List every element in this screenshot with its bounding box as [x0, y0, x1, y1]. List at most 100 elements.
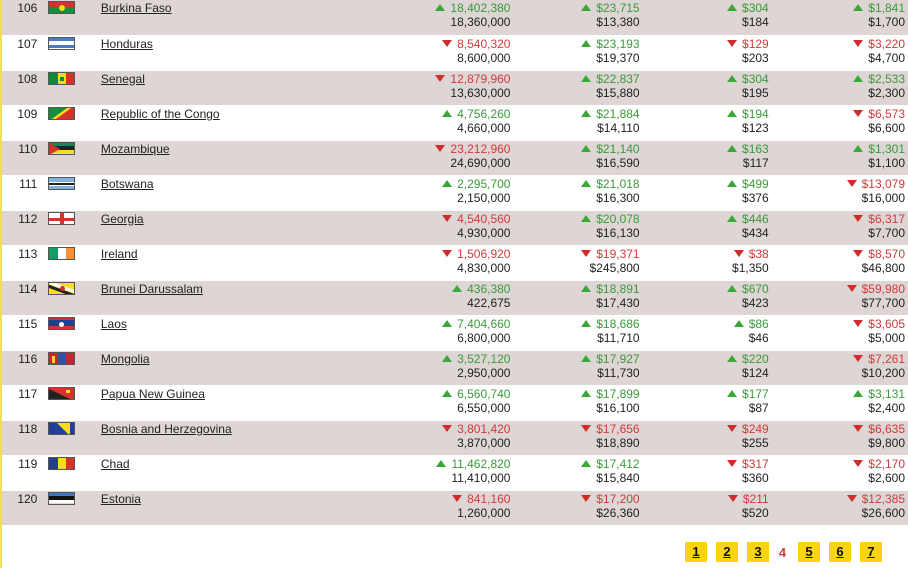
page-link-6[interactable]: 6: [829, 542, 851, 562]
flag-cell: [42, 175, 101, 211]
flag-cell: [42, 70, 101, 106]
metric-cell-c4: $13,079 $16,000: [770, 175, 908, 211]
page-link-2[interactable]: 2: [716, 542, 738, 562]
current-value: $177: [742, 386, 769, 401]
country-link[interactable]: Senegal: [101, 72, 145, 86]
previous-value: $26,600: [861, 505, 905, 520]
previous-value: $360: [742, 470, 769, 485]
country-link[interactable]: Botswana: [101, 177, 154, 191]
table-row: 119 Chad 11,462,820 11,410,000 $17,412 $1…: [2, 455, 908, 491]
metric-cell-c4: $6,317 $7,700: [770, 210, 908, 246]
current-value: $12,385: [861, 491, 905, 506]
previous-value: 4,660,000: [457, 120, 511, 135]
country-link[interactable]: Brunei Darussalam: [101, 282, 203, 296]
current-value: $17,899: [596, 386, 640, 401]
previous-value: 1,260,000: [457, 505, 511, 520]
current-value: 23,212,960: [450, 141, 511, 156]
current-value: $6,573: [868, 106, 905, 121]
current-value: $194: [742, 106, 769, 121]
previous-value: $2,300: [868, 85, 905, 100]
metric-cell-c3: $499 $376: [641, 175, 771, 211]
trend-down-icon: [853, 39, 864, 47]
current-value: 436,380: [467, 281, 511, 296]
page-current: 4: [778, 544, 787, 560]
metric-cell-c2: $22,837 $15,880: [512, 70, 642, 106]
previous-value: 4,930,000: [457, 225, 511, 240]
table-row: 120 Estonia 841,160 1,260,000 $17,200 $26…: [2, 490, 908, 526]
previous-value: $9,800: [868, 435, 905, 450]
rank-number: 108: [17, 71, 38, 86]
metric-cell-c1: 6,560,740 6,550,000: [347, 385, 513, 421]
current-value: 4,756,260: [457, 106, 511, 121]
rank-number: 111: [19, 176, 38, 191]
previous-value: $245,800: [589, 260, 640, 275]
metric-cell-c1: 8,540,320 8,600,000: [347, 35, 513, 71]
flag-cell: [42, 280, 101, 316]
honduras-flag-icon: [48, 36, 76, 50]
country-link[interactable]: Papua New Guinea: [101, 387, 205, 401]
current-value: $7,261: [868, 351, 905, 366]
page-link-1[interactable]: 1: [685, 542, 707, 562]
country-link[interactable]: Chad: [101, 457, 130, 471]
previous-value: $520: [742, 505, 769, 520]
page-link-3[interactable]: 3: [747, 542, 769, 562]
country-link[interactable]: Mongolia: [101, 352, 150, 366]
country-link[interactable]: Ireland: [101, 247, 138, 261]
trend-down-icon: [581, 494, 592, 502]
trend-down-icon: [846, 179, 857, 187]
country-cell: Honduras: [100, 35, 348, 71]
trend-up-icon: [727, 284, 738, 292]
previous-value: $123: [742, 120, 769, 135]
trend-up-icon: [727, 144, 738, 152]
trend-up-icon: [727, 179, 738, 187]
estonia-flag-icon: [48, 491, 76, 505]
current-value: 841,160: [467, 491, 511, 506]
previous-value: $10,200: [861, 365, 905, 380]
table-row: 116 Mongolia 3,527,120 2,950,000 $17,927 …: [2, 350, 908, 386]
current-value: 18,402,380: [450, 1, 511, 15]
previous-value: $11,710: [597, 330, 640, 345]
current-value: $2,533: [868, 71, 905, 86]
flag-cell: [42, 105, 101, 141]
metric-cell-c3: $129 $203: [641, 35, 771, 71]
country-link[interactable]: Estonia: [101, 492, 141, 506]
current-value: $21,140: [596, 141, 640, 156]
pagination: 1234567: [685, 542, 891, 562]
flag-cell: [42, 385, 101, 421]
country-link[interactable]: Honduras: [101, 37, 153, 51]
country-link[interactable]: Mozambique: [101, 142, 170, 156]
current-value: $163: [742, 141, 769, 156]
table-row: 111 Botswana 2,295,700 2,150,000 $21,018 …: [2, 175, 908, 211]
trend-up-icon: [733, 319, 744, 327]
trend-up-icon: [727, 354, 738, 362]
trend-up-icon: [435, 4, 446, 11]
current-value: $3,605: [868, 316, 905, 331]
flag-cell: [42, 455, 101, 491]
previous-value: $19,370: [596, 50, 640, 65]
country-link[interactable]: Burkina Faso: [101, 1, 172, 15]
country-cell: Botswana: [100, 175, 348, 211]
country-link[interactable]: Bosnia and Herzegovina: [101, 422, 232, 436]
flag-cell: [42, 350, 101, 386]
trend-down-icon: [727, 424, 738, 432]
trend-down-icon: [846, 284, 857, 292]
trend-down-icon: [727, 39, 738, 47]
previous-value: $6,600: [868, 120, 905, 135]
country-link[interactable]: Laos: [101, 317, 127, 331]
current-value: $499: [742, 176, 769, 191]
previous-value: $1,700: [868, 15, 905, 29]
current-value: 7,404,660: [457, 316, 511, 331]
current-value: 1,506,920: [457, 246, 511, 261]
previous-value: $16,130: [596, 225, 640, 240]
previous-value: 24,690,000: [450, 155, 511, 170]
page-link-7[interactable]: 7: [860, 542, 882, 562]
country-link[interactable]: Georgia: [101, 212, 144, 226]
trend-down-icon: [442, 249, 453, 257]
metric-cell-c3: $211 $520: [641, 490, 771, 526]
trend-down-icon: [442, 424, 453, 432]
metric-cell-c4: $2,533 $2,300: [770, 70, 908, 106]
current-value: 11,462,820: [451, 456, 511, 471]
country-cell: Estonia: [100, 490, 348, 526]
country-link[interactable]: Republic of the Congo: [101, 107, 220, 121]
page-link-5[interactable]: 5: [798, 542, 820, 562]
